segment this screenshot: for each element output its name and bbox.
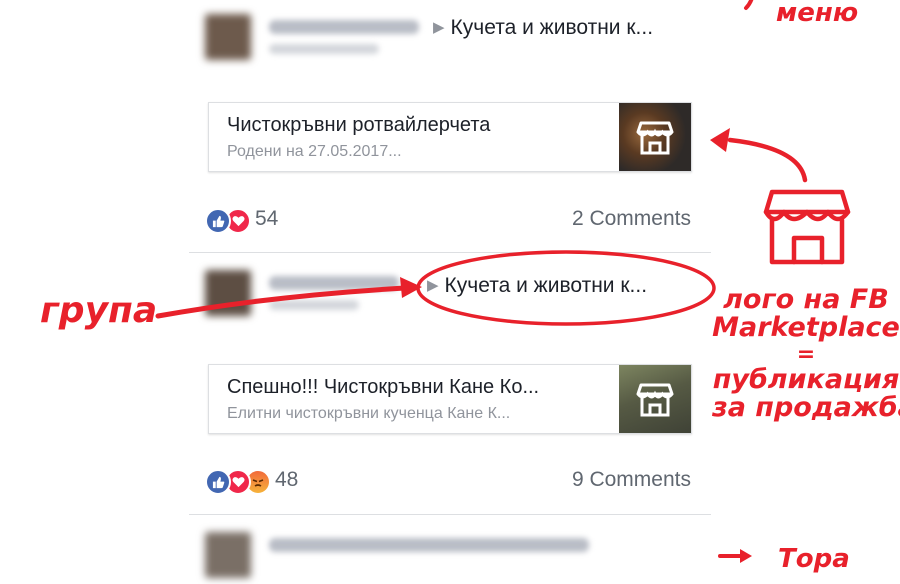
annotation-line: =: [796, 341, 816, 367]
like-icon[interactable]: [205, 469, 231, 495]
annotation-stroke: [744, 0, 754, 10]
annotation-bottom-cut: Тора: [778, 544, 850, 574]
arrow-head-icon: [710, 128, 730, 152]
arrow-head-icon: [740, 549, 752, 563]
like-icon[interactable]: [205, 208, 231, 234]
annotation-line: Marketplace: [712, 312, 900, 344]
annotation-line: лого на FB: [723, 284, 889, 315]
annotation-ellipse: [416, 250, 716, 326]
annotation-group: група: [40, 290, 158, 331]
annotation-marketplace: лого на FB Marketplace = публикация за п…: [712, 284, 900, 424]
annotation-arrow-group: [155, 285, 408, 319]
annotation-overlay: [155, 0, 851, 563]
annotation-line: за продажба!: [712, 392, 900, 424]
store-icon: [763, 189, 851, 265]
annotation-arrow-marketplace: [727, 137, 808, 183]
annotation-line: публикация: [712, 363, 900, 395]
annotation-menu: меню: [776, 0, 859, 28]
